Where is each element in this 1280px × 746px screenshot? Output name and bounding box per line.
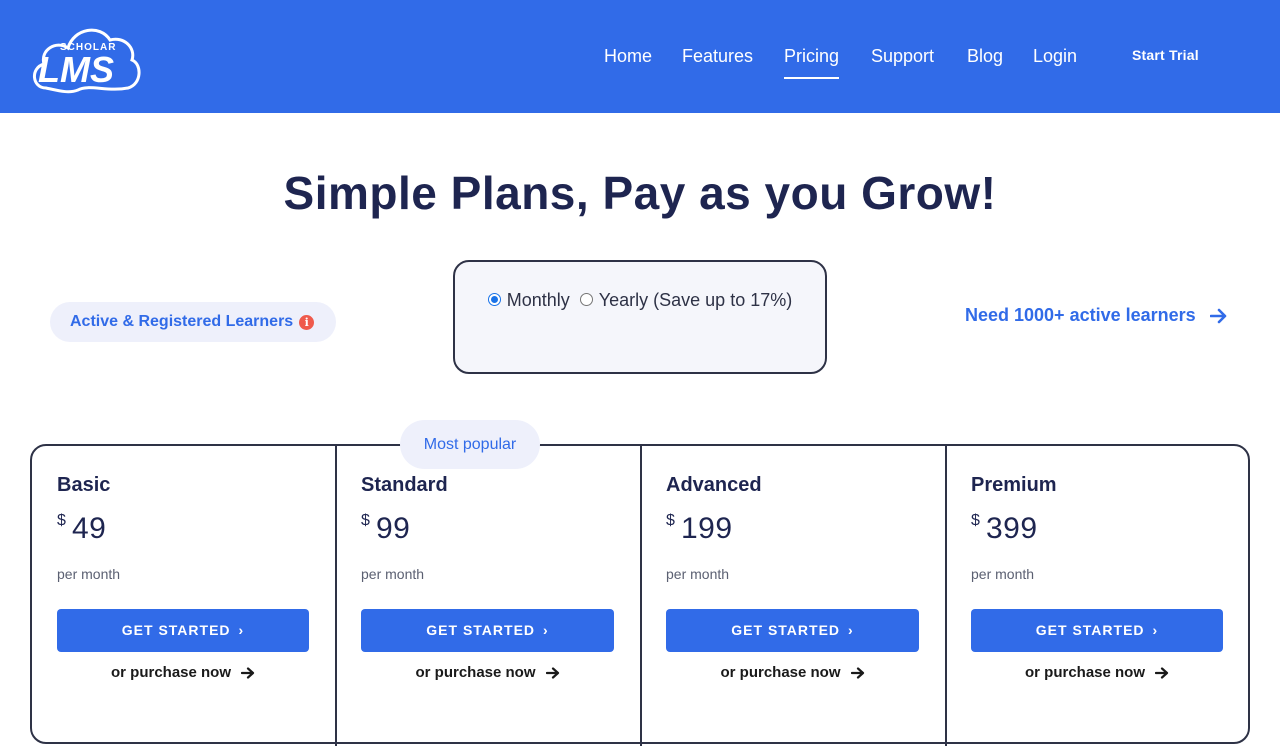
purchase-now-link[interactable]: or purchase now <box>361 664 614 681</box>
purchase-now-link[interactable]: or purchase now <box>971 664 1223 681</box>
arrow-right-icon <box>545 667 559 679</box>
monthly-radio[interactable] <box>487 292 501 306</box>
site-header: SCHOLAR LMS Home Features Pricing Suppor… <box>0 0 1280 113</box>
yearly-label[interactable]: Yearly (Save up to 17%) <box>599 290 792 310</box>
nav-home[interactable]: Home <box>604 44 652 68</box>
billing-toggle: Monthly Yearly (Save up to 17%) <box>453 260 827 374</box>
get-started-button[interactable]: GET STARTED › <box>666 609 919 652</box>
nav-login[interactable]: Login <box>1033 44 1077 68</box>
learners-pill[interactable]: Active & Registered Learners i <box>50 302 336 342</box>
get-started-button[interactable]: GET STARTED › <box>971 609 1223 652</box>
purchase-now-label: or purchase now <box>415 664 536 681</box>
plan-currency: $ <box>971 512 980 529</box>
pricing-plans: Basic $ 49 per month GET STARTED › or pur… <box>30 444 1250 746</box>
arrow-right-icon <box>241 667 255 679</box>
purchase-now-label: or purchase now <box>1024 664 1146 681</box>
nav-features[interactable]: Features <box>682 44 753 68</box>
need-more-learners-label: Need 1000+ active learners <box>965 305 1196 325</box>
purchase-now-link[interactable]: or purchase now <box>666 664 919 681</box>
monthly-label[interactable]: Monthly <box>507 290 570 310</box>
chevron-right-icon: › <box>848 622 854 638</box>
get-started-button[interactable]: GET STARTED › <box>361 609 614 652</box>
yearly-radio[interactable] <box>579 292 593 306</box>
page-title: Simple Plans, Pay as you Grow! <box>283 167 997 219</box>
plan-period: per month <box>666 566 730 582</box>
arrow-right-icon <box>1155 667 1169 679</box>
plan-period: per month <box>57 566 121 582</box>
start-trial-button[interactable]: Start Trial <box>1132 47 1199 63</box>
purchase-now-label: or purchase now <box>720 664 841 681</box>
plan-basic: Basic $ 49 per month GET STARTED › or pur… <box>32 446 335 742</box>
plan-currency: $ <box>361 512 370 529</box>
purchase-now-link[interactable]: or purchase now <box>57 664 309 681</box>
plan-name: Basic <box>57 474 111 496</box>
info-icon[interactable]: i <box>299 314 315 330</box>
most-popular-badge: Most popular <box>400 420 540 469</box>
plan-advanced: Advanced $ 199 per month GET STARTED › or… <box>641 446 945 742</box>
plan-period: per month <box>361 566 425 582</box>
purchase-now-label: or purchase now <box>110 664 232 681</box>
get-started-label: GET STARTED <box>1035 622 1145 638</box>
plan-premium: Premium $ 399 per month GET STARTED › or … <box>946 446 1248 742</box>
plan-price: 99 <box>376 512 411 545</box>
get-started-button[interactable]: GET STARTED › <box>57 609 309 652</box>
need-more-learners-link[interactable]: Need 1000+ active learners <box>965 305 1228 326</box>
plan-price: 399 <box>986 512 1038 545</box>
nav-pricing[interactable]: Pricing <box>784 44 840 79</box>
plan-period: per month <box>971 566 1035 582</box>
get-started-label: GET STARTED <box>731 622 841 638</box>
plan-currency: $ <box>666 512 675 529</box>
plan-name: Standard <box>361 474 448 496</box>
arrow-right-icon <box>850 667 864 679</box>
plan-currency: $ <box>57 512 66 529</box>
plan-price: 199 <box>681 512 733 545</box>
plan-name: Advanced <box>666 474 762 496</box>
nav-blog[interactable]: Blog <box>967 44 1003 68</box>
get-started-label: GET STARTED <box>426 622 536 638</box>
plan-price: 49 <box>72 512 107 545</box>
chevron-right-icon: › <box>543 622 549 638</box>
get-started-label: GET STARTED <box>121 622 231 638</box>
chevron-right-icon: › <box>1152 622 1159 638</box>
plan-standard: Standard $ 99 per month GET STARTED › or … <box>336 446 640 742</box>
nav-support[interactable]: Support <box>871 44 934 68</box>
main-nav: Home Features Pricing Support Blog Login <box>0 44 1280 84</box>
arrow-right-icon <box>1209 308 1226 323</box>
plan-name: Premium <box>971 474 1057 496</box>
chevron-right-icon: › <box>238 622 245 638</box>
learners-pill-label: Active & Registered Learners <box>70 313 294 330</box>
